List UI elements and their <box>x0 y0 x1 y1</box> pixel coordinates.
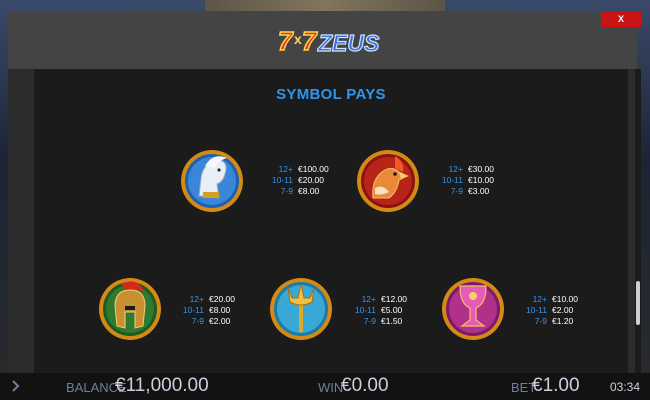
pay-row: 12+ €30.00 <box>433 164 494 175</box>
pay-count: 10-11 <box>271 175 293 185</box>
pay-value: €1.20 <box>552 316 574 326</box>
win-value: €0.00 <box>341 375 389 396</box>
pay-count: 12+ <box>278 164 293 174</box>
svg-text:ZEUS: ZEUS <box>317 30 380 56</box>
pay-count: 12+ <box>448 164 463 174</box>
helmet-pays: 12+ €20.00 10-11 €8.00 7-9 €2.00 <box>174 294 235 327</box>
pay-row: 10-11 €2.00 <box>517 305 578 316</box>
pay-row: 7-9 €8.00 <box>263 186 329 197</box>
pay-row: 7-9 €2.00 <box>174 316 235 327</box>
svg-text:x: x <box>294 31 302 47</box>
pay-row: 12+ €20.00 <box>174 294 235 305</box>
pay-value: €8.00 <box>209 305 231 315</box>
pay-row: 12+ €100.00 <box>263 164 329 175</box>
paytable-content: SYMBOL PAYS 12+ €100.00 10-11 €20.00 7-9 €8… <box>34 69 628 373</box>
pay-count: 10-11 <box>525 305 547 315</box>
pay-value: €8.00 <box>298 186 320 196</box>
pay-count: 7-9 <box>450 186 463 196</box>
pay-row: 7-9 €1.50 <box>346 316 407 327</box>
scrollbar[interactable] <box>635 69 641 373</box>
pay-count: 7-9 <box>280 186 293 196</box>
bottom-bar: BALANCE €11,000.00 WIN €0.00 BET €1.00 0… <box>0 373 650 400</box>
clock: 03:34 <box>609 380 640 394</box>
balance-value: €11,000.00 <box>115 375 209 396</box>
pay-value: €2.00 <box>552 305 574 315</box>
pegasus-symbol-icon <box>181 150 243 212</box>
pay-value: €20.00 <box>209 294 235 304</box>
pay-value: €3.00 <box>468 186 490 196</box>
pay-count: 12+ <box>189 294 204 304</box>
pay-count: 7-9 <box>534 316 547 326</box>
chalice-pays: 12+ €10.00 10-11 €2.00 7-9 €1.20 <box>517 294 578 327</box>
svg-text:7: 7 <box>278 26 294 56</box>
pay-row: 10-11 €10.00 <box>433 175 494 186</box>
pay-value: €20.00 <box>298 175 324 185</box>
trident-pays: 12+ €12.00 10-11 €5.00 7-9 €1.50 <box>346 294 407 327</box>
pay-row: 7-9 €1.20 <box>517 316 578 327</box>
paytable-modal: 7 x 7 ZEUS X SYMBOL PAYS 12+ €100.00 10-1… <box>8 11 641 373</box>
scrollbar-thumb[interactable] <box>636 281 640 325</box>
pay-count: 12+ <box>532 294 547 304</box>
pay-value: €100.00 <box>298 164 329 174</box>
game-logo: 7 x 7 ZEUS <box>277 25 380 57</box>
pay-count: 7-9 <box>363 316 376 326</box>
pay-row: 12+ €12.00 <box>346 294 407 305</box>
pay-value: €30.00 <box>468 164 494 174</box>
modal-header: 7 x 7 ZEUS X <box>8 11 641 69</box>
pay-count: 12+ <box>361 294 376 304</box>
pay-value: €10.00 <box>468 175 494 185</box>
pay-row: 12+ €10.00 <box>517 294 578 305</box>
pay-count: 10-11 <box>182 305 204 315</box>
section-title: SYMBOL PAYS <box>276 86 386 103</box>
pay-count: 7-9 <box>191 316 204 326</box>
pay-value: €2.00 <box>209 316 231 326</box>
win-label: WIN <box>318 380 344 395</box>
pay-value: €10.00 <box>552 294 578 304</box>
pay-row: 10-11 €8.00 <box>174 305 235 316</box>
chalice-symbol-icon <box>442 278 504 340</box>
pay-value: €12.00 <box>381 294 407 304</box>
pay-row: 10-11 €5.00 <box>346 305 407 316</box>
pay-count: 10-11 <box>354 305 376 315</box>
pay-value: €5.00 <box>381 305 403 315</box>
pay-row: 10-11 €20.00 <box>263 175 329 186</box>
eagle-symbol-icon <box>357 150 419 212</box>
close-button[interactable]: X <box>601 11 641 27</box>
helmet-symbol-icon <box>99 278 161 340</box>
settings-icon[interactable] <box>10 379 24 393</box>
trident-symbol-icon <box>270 278 332 340</box>
pay-value: €1.50 <box>381 316 403 326</box>
svg-text:7: 7 <box>302 26 318 56</box>
pegasus-pays: 12+ €100.00 10-11 €20.00 7-9 €8.00 <box>263 164 329 197</box>
bet-value[interactable]: €1.00 <box>532 375 580 397</box>
pay-row: 7-9 €3.00 <box>433 186 494 197</box>
pay-count: 10-11 <box>441 175 463 185</box>
eagle-pays: 12+ €30.00 10-11 €10.00 7-9 €3.00 <box>433 164 494 197</box>
